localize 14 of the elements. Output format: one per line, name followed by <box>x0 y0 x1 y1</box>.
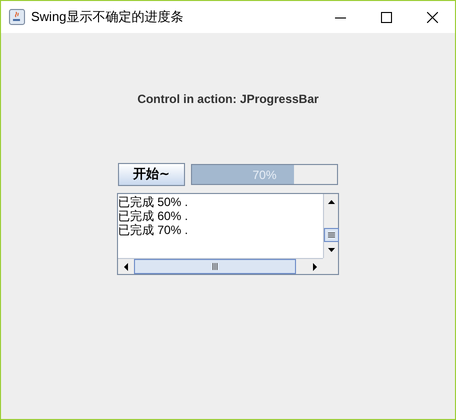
caption-label: Control in action: JProgressBar <box>137 91 319 108</box>
close-icon <box>426 12 438 22</box>
scroll-thumb-icon[interactable] <box>134 259 296 274</box>
progress-text: 70% <box>251 166 278 184</box>
horizontal-scrollbar[interactable] <box>118 258 323 274</box>
log-line: 已完成 60% . <box>118 209 188 223</box>
start-button[interactable]: 开始~ <box>118 163 185 186</box>
vertical-scrollbar[interactable] <box>323 194 338 258</box>
maximize-icon <box>380 12 392 22</box>
log-line: 已完成 50% . <box>118 195 188 209</box>
log-line: 已完成 70% . <box>118 223 188 237</box>
window-title: Swing显示不确定的进度条 <box>31 8 184 26</box>
scroll-thumb-icon[interactable] <box>324 228 339 242</box>
java-cup-icon <box>9 9 25 25</box>
